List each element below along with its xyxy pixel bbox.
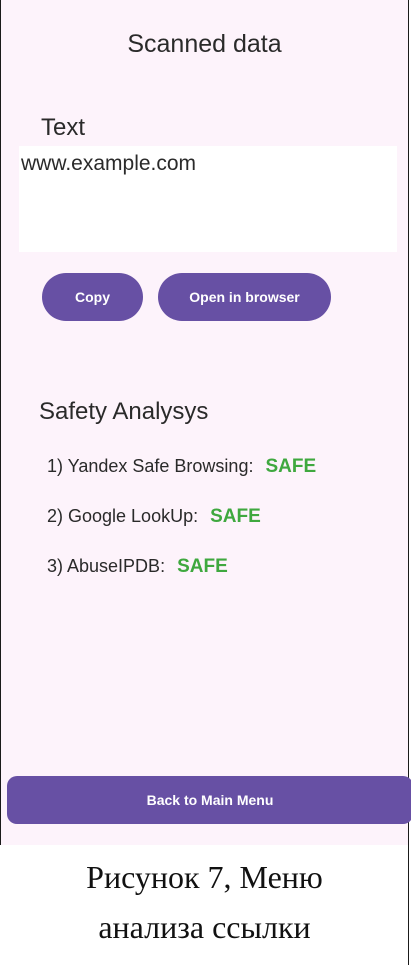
check-label: 1) Yandex Safe Browsing: [47, 456, 254, 476]
check-label: 2) Google LookUp: [47, 506, 199, 526]
figure-caption: Рисунок 7, Меню анализа ссылки [0, 852, 409, 952]
check-label: 3) AbuseIPDB: [47, 556, 166, 576]
safety-check-yandex: 1) Yandex Safe Browsing: SAFE [47, 456, 316, 478]
status-badge: SAFE [177, 556, 228, 577]
open-in-browser-button[interactable]: Open in browser [158, 273, 331, 321]
safety-analysis-title: Safety Analysys [39, 398, 209, 425]
caption-line-2: анализа ссылки [98, 909, 311, 945]
scanned-text-field[interactable]: www.example.com [19, 146, 397, 252]
page-title: Scanned data [127, 30, 282, 58]
status-badge: SAFE [265, 456, 317, 477]
status-badge: SAFE [210, 506, 261, 527]
scanned-text-value: www.example.com [21, 152, 197, 175]
text-section-label: Text [41, 114, 86, 141]
safety-check-abuseipdb: 3) AbuseIPDB: SAFE [47, 556, 228, 578]
caption-line-1: Рисунок 7, Меню [86, 859, 323, 895]
copy-button[interactable]: Copy [42, 273, 143, 321]
back-to-main-menu-button[interactable]: Back to Main Menu [7, 776, 411, 824]
app-screen: Scanned data Text www.example.com Copy O… [0, 0, 411, 845]
safety-check-google: 2) Google LookUp: SAFE [47, 506, 261, 528]
